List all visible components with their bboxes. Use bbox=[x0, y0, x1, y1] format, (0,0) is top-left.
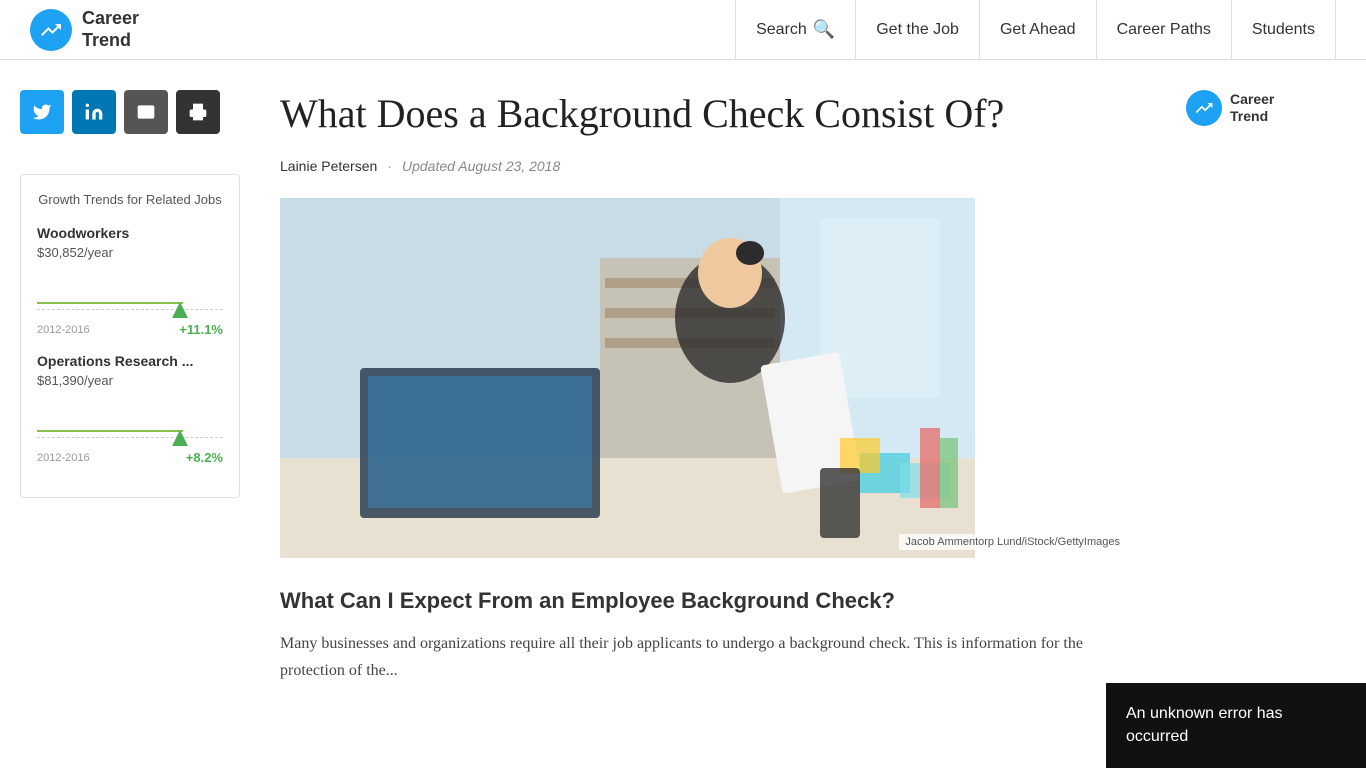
updated-date: Updated August 23, 2018 bbox=[402, 158, 560, 174]
main-nav: Search 🔍 Get the Job Get Ahead Career Pa… bbox=[735, 0, 1336, 60]
nav-search-label: Search bbox=[756, 21, 807, 39]
search-icon: 🔍 bbox=[813, 19, 835, 40]
chart-pct-woodworkers: +11.1% bbox=[179, 322, 223, 337]
logo-text: CareerTrend bbox=[82, 8, 139, 51]
nav-career-paths-label: Career Paths bbox=[1117, 21, 1211, 39]
nav-get-ahead-label: Get Ahead bbox=[1000, 21, 1076, 39]
nav-students[interactable]: Students bbox=[1232, 0, 1336, 60]
job-name-woodworkers: Woodworkers bbox=[37, 225, 223, 241]
email-icon bbox=[136, 102, 156, 122]
brand-logo-right[interactable]: Career Trend bbox=[1186, 90, 1346, 126]
job-name-operations: Operations Research ... bbox=[37, 353, 223, 369]
chart-dashed-operations bbox=[37, 437, 223, 438]
article-body-text: Many businesses and organizations requir… bbox=[280, 630, 1126, 684]
error-toast: An unknown error has occurred bbox=[1106, 683, 1366, 768]
chart-pct-operations: +8.2% bbox=[186, 450, 223, 465]
image-caption: Jacob Ammentorp Lund/iStock/GettyImages bbox=[899, 534, 1126, 550]
error-message: An unknown error has occurred bbox=[1126, 705, 1283, 744]
right-brand-name: Career Trend bbox=[1230, 91, 1274, 125]
nav-get-the-job-label: Get the Job bbox=[876, 21, 959, 39]
article-image-container: Jacob Ammentorp Lund/iStock/GettyImages bbox=[280, 198, 1126, 558]
chart-labels-woodworkers: 2012-2016 +11.1% bbox=[37, 322, 223, 337]
chart-arrow-woodworkers bbox=[172, 302, 188, 318]
sidebar: Growth Trends for Related Jobs Woodworke… bbox=[0, 60, 260, 714]
main-content: What Does a Background Check Consist Of?… bbox=[260, 60, 1166, 714]
article-image-svg bbox=[280, 198, 975, 558]
nav-get-ahead[interactable]: Get Ahead bbox=[980, 0, 1097, 60]
article-title: What Does a Background Check Consist Of? bbox=[280, 90, 1126, 138]
growth-widget-title: Growth Trends for Related Jobs bbox=[37, 191, 223, 209]
right-logo-icon bbox=[1186, 90, 1222, 126]
article-meta: Lainie Petersen · Updated August 23, 201… bbox=[280, 158, 1126, 174]
right-trending-icon bbox=[1194, 98, 1214, 118]
nav-students-label: Students bbox=[1252, 21, 1315, 39]
print-button[interactable] bbox=[176, 90, 220, 134]
section-heading: What Can I Expect From an Employee Backg… bbox=[280, 588, 1126, 614]
job-chart-operations bbox=[37, 396, 223, 446]
chart-line-woodworkers bbox=[37, 302, 183, 304]
chart-dashed-woodworkers bbox=[37, 309, 223, 310]
email-share-button[interactable] bbox=[124, 90, 168, 134]
trending-up-icon bbox=[39, 18, 63, 42]
meta-separator: · bbox=[387, 158, 392, 174]
job-salary-woodworkers: $30,852/year bbox=[37, 245, 223, 260]
right-sidebar: Career Trend bbox=[1166, 60, 1366, 714]
chart-year-woodworkers: 2012-2016 bbox=[37, 324, 90, 336]
article-image bbox=[280, 198, 975, 558]
job-item-operations: Operations Research ... $81,390/year 201… bbox=[37, 353, 223, 465]
job-chart-woodworkers bbox=[37, 268, 223, 318]
growth-trends-widget: Growth Trends for Related Jobs Woodworke… bbox=[20, 174, 240, 498]
social-share-bar bbox=[20, 90, 240, 134]
chart-arrow-operations bbox=[172, 430, 188, 446]
image-scene bbox=[280, 198, 975, 558]
chart-year-operations: 2012-2016 bbox=[37, 452, 90, 464]
job-salary-operations: $81,390/year bbox=[37, 373, 223, 388]
site-header: CareerTrend Search 🔍 Get the Job Get Ahe… bbox=[0, 0, 1366, 60]
logo-icon bbox=[30, 9, 72, 51]
nav-career-paths[interactable]: Career Paths bbox=[1097, 0, 1232, 60]
nav-get-the-job[interactable]: Get the Job bbox=[856, 0, 980, 60]
linkedin-share-button[interactable] bbox=[72, 90, 116, 134]
chart-line-operations bbox=[37, 430, 183, 432]
nav-search[interactable]: Search 🔍 bbox=[735, 0, 856, 60]
twitter-share-button[interactable] bbox=[20, 90, 64, 134]
print-icon bbox=[188, 102, 208, 122]
job-item-woodworkers: Woodworkers $30,852/year 2012-2016 +11.1… bbox=[37, 225, 223, 337]
site-logo[interactable]: CareerTrend bbox=[30, 8, 139, 51]
chart-labels-operations: 2012-2016 +8.2% bbox=[37, 450, 223, 465]
author-name: Lainie Petersen bbox=[280, 158, 377, 174]
page-layout: Growth Trends for Related Jobs Woodworke… bbox=[0, 60, 1366, 714]
twitter-icon bbox=[32, 102, 52, 122]
linkedin-icon bbox=[84, 102, 104, 122]
